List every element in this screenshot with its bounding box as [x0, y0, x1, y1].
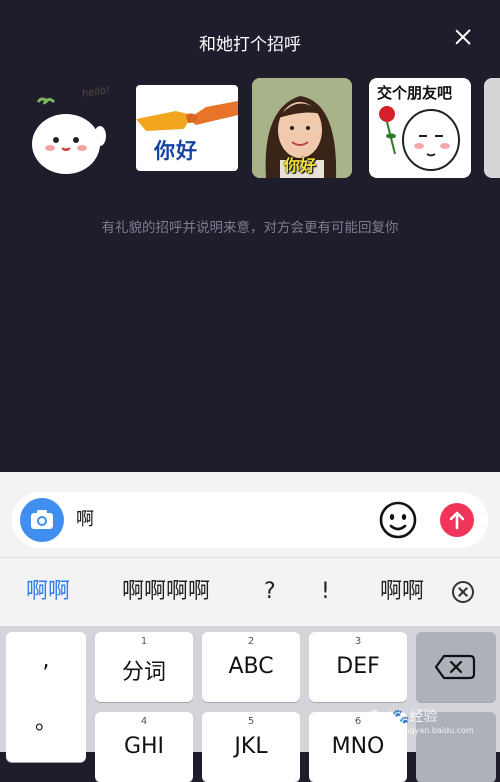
- hello-sticker[interactable]: hello!: [20, 78, 120, 178]
- header: 和她打个招呼: [0, 0, 500, 78]
- key-number: 2: [247, 636, 255, 647]
- girl-sticker-text: 你好: [284, 156, 317, 175]
- close-icon[interactable]: [452, 26, 474, 48]
- key-fenci[interactable]: 1 分词: [95, 632, 193, 702]
- key-number: 4: [140, 716, 148, 727]
- comma-key[interactable]: ,: [6, 648, 86, 673]
- key-label: ABC: [228, 654, 274, 679]
- candidate-bar: 啊啊 啊啊啊啊 ? ! 啊啊: [0, 557, 500, 626]
- watermark-suffix: 经验: [409, 709, 438, 725]
- more-sticker[interactable]: [484, 78, 500, 178]
- candidate-item[interactable]: !: [321, 558, 330, 626]
- girl-sticker[interactable]: 你好: [252, 78, 352, 178]
- candidate-item[interactable]: ?: [264, 558, 276, 626]
- key-label: JKL: [234, 734, 268, 759]
- key-number: 1: [140, 636, 148, 647]
- sticker-row: hello! 你好 你好 交个朋友吧: [0, 78, 500, 180]
- greeting-hint: 有礼貌的招呼并说明来意，对方会更有可能回复你: [101, 220, 399, 236]
- rose-sticker-text: 交个朋友吧: [377, 84, 453, 102]
- key-label: MNO: [331, 734, 385, 759]
- message-input[interactable]: 啊: [76, 492, 94, 548]
- candidate-item[interactable]: 啊啊啊啊: [122, 558, 210, 626]
- emoji-button[interactable]: [378, 500, 418, 544]
- handshake-sticker-text: 你好: [154, 139, 198, 163]
- backspace-icon: [434, 654, 476, 680]
- paw-icon: 🐾: [392, 709, 410, 725]
- camera-button[interactable]: [20, 498, 64, 542]
- key-ghi[interactable]: 4 GHI: [95, 712, 193, 782]
- period-key[interactable]: 。: [6, 704, 86, 736]
- send-button[interactable]: [440, 503, 474, 537]
- watermark-url: jingyan.baidu.com: [400, 726, 474, 735]
- key-jkl[interactable]: 5 JKL: [202, 712, 300, 782]
- candidate-item[interactable]: 啊啊: [26, 558, 70, 626]
- input-panel: 啊: [0, 472, 500, 557]
- close-candidates-icon[interactable]: [452, 581, 474, 603]
- symbol-key-column: , 。: [6, 632, 86, 762]
- watermark: Bai🐾经验 jingyan.baidu.com: [370, 706, 474, 735]
- key-def[interactable]: 3 DEF: [309, 632, 407, 702]
- key-label: DEF: [336, 654, 380, 679]
- handshake-sticker[interactable]: 你好: [136, 85, 238, 171]
- key-number: 5: [247, 716, 255, 727]
- candidate-item[interactable]: 啊啊: [380, 558, 424, 626]
- key-number: 3: [354, 636, 362, 647]
- camera-icon: [31, 510, 53, 529]
- message-input-bar: 啊: [12, 492, 488, 548]
- page-title: 和她打个招呼: [199, 35, 301, 55]
- key-abc[interactable]: 2 ABC: [202, 632, 300, 702]
- backspace-key[interactable]: [416, 632, 496, 702]
- emoji-icon: [379, 501, 417, 539]
- watermark-brand: Bai: [370, 709, 393, 725]
- rose-sticker[interactable]: 交个朋友吧: [369, 78, 471, 178]
- key-label: 分词: [121, 660, 166, 685]
- arrow-up-icon: [449, 511, 465, 530]
- key-label: GHI: [123, 734, 165, 759]
